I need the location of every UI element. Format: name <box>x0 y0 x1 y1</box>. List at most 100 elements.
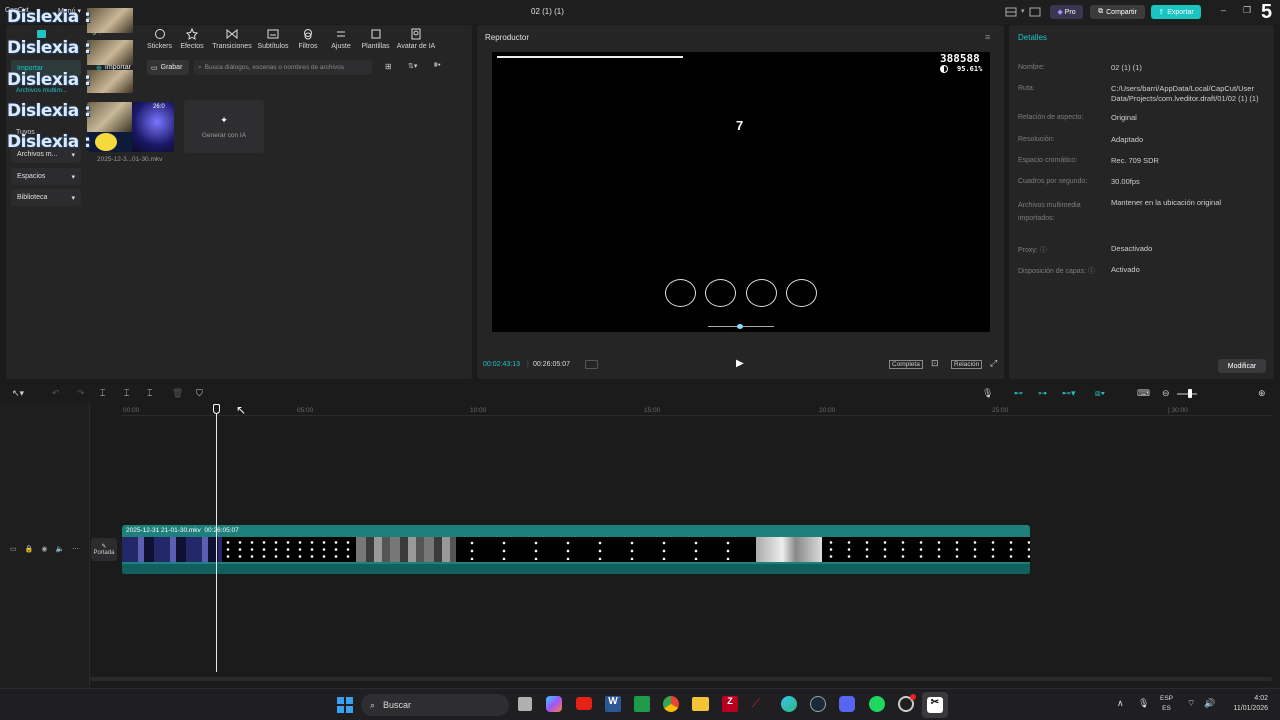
play-icon[interactable]: ▶ <box>736 358 744 369</box>
language-indicator[interactable]: ESP ES <box>1160 694 1173 714</box>
detail-label: Resolución: <box>1018 136 1055 143</box>
delete-icon[interactable]: 🗑 <box>172 388 183 399</box>
pro-button[interactable]: ◆ Pro <box>1050 5 1083 19</box>
tab-efectos[interactable]: Efectos <box>175 28 209 50</box>
copilot-icon[interactable] <box>546 696 562 712</box>
search-input[interactable]: ⌕ Busca diálogos, escenas o nombres de ar… <box>194 60 372 75</box>
note-key-circle <box>665 279 696 307</box>
modify-button[interactable]: Modificar <box>1218 359 1266 373</box>
zoom-slider[interactable] <box>1177 393 1197 395</box>
more-icon[interactable]: ⋯ <box>72 545 79 553</box>
minimize-button[interactable]: – <box>1221 5 1226 15</box>
shield-icon[interactable]: ⛉ <box>196 388 203 399</box>
ratio-button[interactable]: Relación <box>951 360 983 369</box>
tab-plantillas[interactable]: Plantillas <box>357 28 394 50</box>
playhead-handle[interactable] <box>213 404 220 414</box>
spotify-icon[interactable] <box>869 696 885 712</box>
center-number: 7 <box>736 118 744 133</box>
sparkle-icon: ✦ <box>220 114 228 125</box>
tab-ajuste[interactable]: Ajuste <box>325 28 357 50</box>
timecode-icon[interactable] <box>585 360 598 369</box>
taskbar: ⌕ Buscar W Z ⟋ ✂ ∧ 🎙 ESP ES ⌔ 🔊 4:02 11/01/… <box>0 688 1280 720</box>
keyboard-icon[interactable] <box>1029 7 1041 17</box>
tab-subtitulos[interactable]: Subtítulos <box>255 28 291 50</box>
export-button[interactable]: ⇪ Exportar <box>1151 5 1201 19</box>
link-main-track-icon[interactable]: ⊷ <box>1014 388 1023 399</box>
percent-text: 95.61% <box>957 65 983 73</box>
windows-start-icon[interactable] <box>337 697 353 713</box>
info-icon[interactable]: ⓘ <box>1040 247 1047 254</box>
share-button[interactable]: ⧉ Compartir <box>1090 5 1145 19</box>
split-icon[interactable]: ⌶ <box>100 388 105 399</box>
undo-icon[interactable]: ↶ <box>52 388 60 399</box>
zoom-slider-handle[interactable] <box>1188 389 1192 398</box>
gem-icon: ◆ <box>1057 9 1063 16</box>
filter-icon <box>304 29 312 40</box>
lock-icon[interactable]: 🔒 <box>25 545 34 553</box>
edge-icon[interactable] <box>781 696 797 712</box>
timeline-clip[interactable]: 2025-12-31 21-01-30.mkv 00:26:05:07 <box>122 525 1030 574</box>
task-view-icon[interactable] <box>518 697 532 711</box>
video-preview[interactable]: 388588 95.61% 7 <box>492 52 990 332</box>
chevron-up-icon[interactable]: ∧ <box>1117 698 1124 709</box>
menu-icon[interactable]: ≡ <box>985 32 990 42</box>
chevron-down-icon: ▾ <box>71 194 75 202</box>
microphone-icon[interactable]: 🎙 <box>982 388 993 399</box>
sheets-icon[interactable] <box>634 696 650 712</box>
caption-icon[interactable]: ⌨ <box>1137 388 1150 399</box>
tab-filtros[interactable]: Filtros <box>291 28 325 50</box>
eye-icon[interactable]: ◉ <box>41 545 47 553</box>
split-right-icon[interactable]: ⌶ <box>147 388 152 399</box>
corner-number: 5 <box>1261 1 1273 23</box>
detail-label: Proxy: ⓘ <box>1018 247 1047 254</box>
layout-icons[interactable]: ▾ <box>1005 7 1043 18</box>
maximize-button[interactable]: ❐ <box>1243 5 1251 16</box>
timeline-scrollbar[interactable] <box>90 677 1272 681</box>
sidebar-item-espacios[interactable]: Espacios ▾ <box>11 168 81 185</box>
note-key-circle <box>705 279 736 307</box>
screenshot-icon[interactable]: ⊡ <box>931 358 939 369</box>
magnet-icon[interactable]: ⊶ <box>1038 388 1047 399</box>
chevron-down-icon[interactable]: ▾ <box>1021 7 1025 18</box>
generate-ai-card[interactable]: ✦ Generar con IA <box>184 100 264 153</box>
steam-icon[interactable] <box>810 696 826 712</box>
tab-transiciones[interactable]: Transiciones <box>209 28 255 50</box>
file-explorer-icon[interactable] <box>692 697 709 711</box>
track-visibility-icon[interactable]: ▭ <box>10 545 17 553</box>
sidebar-item-biblioteca[interactable]: Biblioteca ▾ <box>11 189 81 206</box>
cover-button[interactable]: ✎ Portada <box>91 538 117 561</box>
audio-icon[interactable]: 🔈 <box>55 545 64 553</box>
info-icon[interactable]: ⓘ <box>1088 268 1095 275</box>
zoom-fit-icon[interactable]: ⊕ <box>1258 388 1266 399</box>
filter-dropdown-icon[interactable]: ⩩▾ <box>434 62 441 70</box>
grid-view-icon[interactable]: ⊞ <box>385 62 392 71</box>
select-tool-icon[interactable]: ↖▾ <box>12 388 24 399</box>
preview-axis-icon[interactable]: ⧈▾ <box>1095 388 1105 399</box>
chrome-icon[interactable] <box>663 696 679 712</box>
linkage-icon[interactable]: ⊷▾ <box>1062 388 1076 399</box>
discord-icon[interactable] <box>839 696 855 712</box>
full-quality-button[interactable]: Completa <box>889 360 923 369</box>
clock[interactable]: 4:02 11/01/2026 <box>1226 694 1268 714</box>
app-icon[interactable]: ⟋ <box>752 696 768 712</box>
layout-icon[interactable] <box>1005 7 1017 17</box>
fullscreen-icon[interactable]: ⤢ <box>990 358 997 369</box>
taskbar-search[interactable]: ⌕ Buscar <box>361 694 509 716</box>
volume-icon[interactable]: 🔊 <box>1204 698 1215 709</box>
youtube-icon[interactable] <box>576 697 592 710</box>
sort-icon[interactable]: ⇅▾ <box>408 62 417 70</box>
filmstrip-frames <box>356 537 456 562</box>
record-button[interactable]: ▭ Grabar <box>147 60 189 75</box>
wifi-icon[interactable]: ⌔ <box>1187 698 1195 709</box>
split-left-icon[interactable]: ⌶ <box>124 388 129 399</box>
zoom-out-icon[interactable]: ⊖ <box>1162 388 1170 399</box>
playhead-line[interactable] <box>216 410 217 672</box>
redo-icon[interactable]: ↷ <box>77 388 85 399</box>
word-icon[interactable]: W <box>605 696 621 712</box>
filmstrip-frames <box>756 537 822 562</box>
tab-stickers[interactable]: Stickers <box>144 28 175 50</box>
media-clip-thumbnail[interactable]: 26:0 <box>87 102 174 152</box>
filezilla-icon[interactable]: Z <box>722 696 738 712</box>
microphone-icon[interactable]: 🎙 <box>1138 698 1149 709</box>
tab-avatar-ia[interactable]: Avatar de IA <box>394 28 438 50</box>
